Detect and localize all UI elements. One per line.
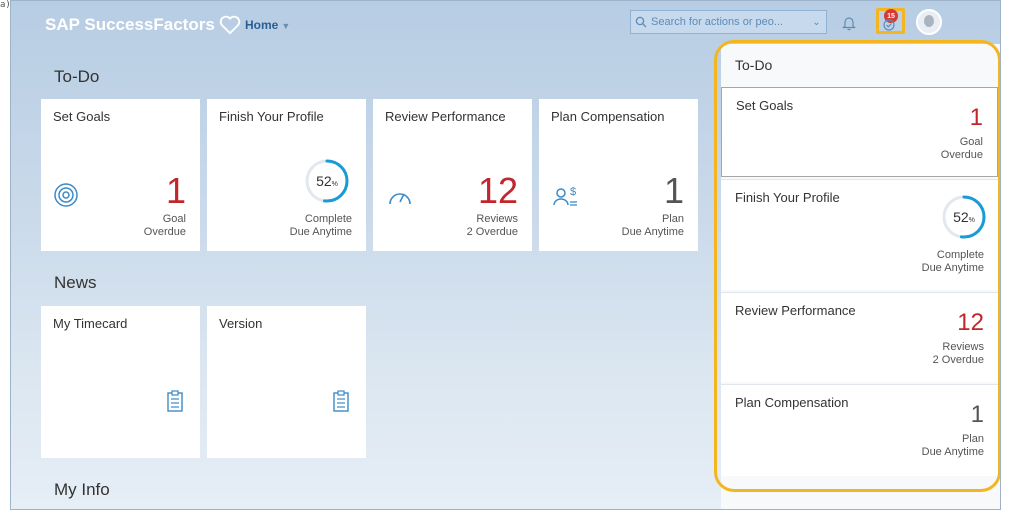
- tile-version[interactable]: Version: [207, 306, 366, 458]
- tile-status: Due Anytime: [621, 226, 684, 238]
- search-icon: [635, 16, 647, 28]
- tile-review-performance[interactable]: Review Performance 12 Reviews 2 Overdue: [373, 99, 532, 251]
- tile-title: Plan Compensation: [551, 109, 665, 124]
- tile-title: Finish Your Profile: [219, 109, 324, 124]
- search-input[interactable]: Search for actions or peo...: [630, 10, 808, 34]
- news-section-title: News: [54, 273, 97, 292]
- goal-count: 1: [165, 170, 186, 211]
- tile-my-timecard[interactable]: My Timecard: [41, 306, 200, 458]
- profile-progress-ring: 52%: [305, 159, 349, 203]
- clipboard-icon: [167, 390, 183, 412]
- panel-item-finish-profile[interactable]: Finish Your Profile 52% Complete Due Any…: [721, 179, 998, 290]
- todo-panel: To-Do Set Goals 1 Goal Overdue Finish Yo…: [721, 44, 1000, 509]
- todo-section-title: To-Do: [54, 67, 100, 86]
- panel-item-subtitle: Complete: [936, 249, 984, 261]
- home-menu[interactable]: Home ▼: [245, 18, 290, 32]
- compensation-icon: $: [553, 186, 577, 206]
- home-label: Home: [245, 18, 279, 32]
- svg-text:52%: 52%: [316, 173, 338, 189]
- heart-icon: [219, 15, 240, 35]
- tile-title: Set Goals: [53, 109, 111, 124]
- svg-text:$: $: [570, 186, 576, 198]
- panel-item-title: Set Goals: [736, 98, 794, 113]
- search-scope-dropdown[interactable]: ⌄: [807, 10, 827, 34]
- brand-name: SAP SuccessFactors: [45, 15, 215, 34]
- tile-title: Review Performance: [385, 109, 506, 124]
- panel-item-plan-compensation[interactable]: Plan Compensation 1 Plan Due Anytime: [721, 384, 998, 476]
- panel-item-subtitle: Goal: [959, 136, 983, 148]
- brand-logo[interactable]: SAP SuccessFactors: [45, 15, 241, 35]
- panel-item-title: Review Performance: [735, 303, 856, 318]
- panel-item-value: 12: [957, 309, 984, 336]
- panel-item-status: Due Anytime: [921, 262, 984, 274]
- panel-item-subtitle: Reviews: [942, 341, 984, 353]
- plan-count: 1: [663, 170, 684, 211]
- panel-item-status: 2 Overdue: [932, 354, 984, 366]
- panel-title: To-Do: [735, 57, 773, 73]
- avatar[interactable]: [916, 9, 942, 35]
- tile-subtitle: Complete: [304, 213, 352, 225]
- gauge-icon: [389, 193, 411, 205]
- panel-item-value: 1: [970, 401, 984, 428]
- tile-subtitle: Reviews: [476, 213, 518, 225]
- myinfo-section-title: My Info: [54, 480, 110, 499]
- tile-title: My Timecard: [53, 316, 128, 331]
- panel-item-set-goals[interactable]: Set Goals 1 Goal Overdue: [721, 87, 998, 177]
- chevron-down-icon: ▼: [281, 21, 291, 31]
- panel-item-status: Due Anytime: [921, 446, 984, 458]
- tile-subtitle: Goal: [162, 213, 186, 225]
- panel-item-status: Overdue: [940, 149, 983, 161]
- chevron-down-icon: ⌄: [812, 16, 821, 28]
- tile-plan-compensation[interactable]: Plan Compensation $ 1 Plan Due Anytime: [539, 99, 698, 251]
- clipboard-check-icon: [883, 19, 895, 31]
- clipboard-icon: [333, 390, 349, 412]
- tile-status: Overdue: [143, 226, 186, 238]
- panel-item-value: 1: [969, 104, 983, 131]
- bell-icon[interactable]: [842, 15, 856, 31]
- tile-finish-profile[interactable]: Finish Your Profile 52% Complete Due Any…: [207, 99, 366, 251]
- panel-progress-ring: 52%: [942, 195, 986, 239]
- tile-set-goals[interactable]: Set Goals 1 Goal Overdue: [41, 99, 200, 251]
- tile-subtitle: Plan: [661, 213, 684, 225]
- panel-item-subtitle: Plan: [961, 433, 984, 445]
- target-icon: [54, 183, 78, 207]
- svg-text:52%: 52%: [953, 209, 975, 225]
- tile-title: Version: [219, 316, 263, 331]
- search-placeholder: Search for actions or peo...: [651, 16, 784, 28]
- app-window: SAP SuccessFactors Home ▼ Search for acti…: [10, 0, 1001, 510]
- tile-status: Due Anytime: [289, 226, 352, 238]
- tile-status: 2 Overdue: [466, 226, 518, 238]
- review-count: 12: [477, 170, 518, 211]
- panel-item-title: Plan Compensation: [735, 395, 849, 410]
- panel-item-review-performance[interactable]: Review Performance 12 Reviews 2 Overdue: [721, 292, 998, 382]
